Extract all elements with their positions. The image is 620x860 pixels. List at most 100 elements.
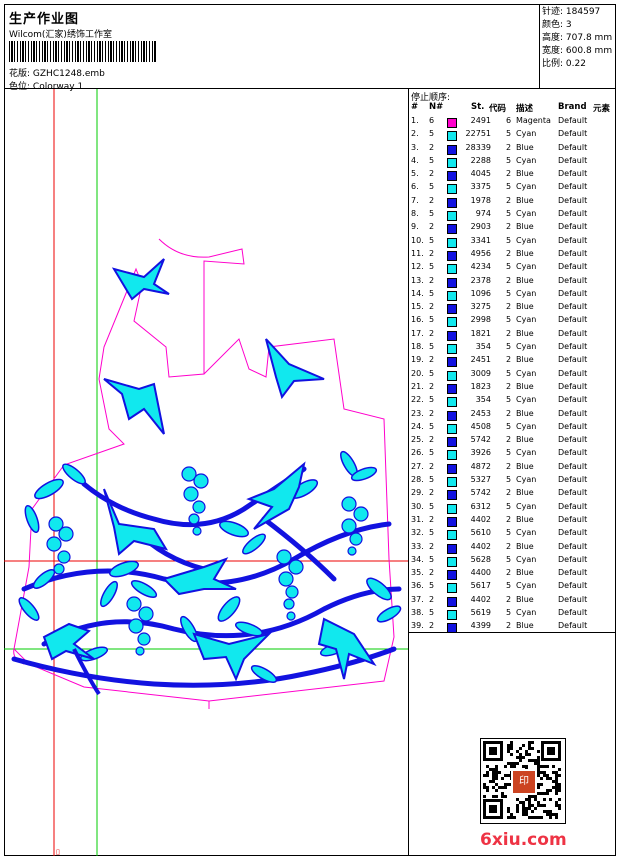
table-row: 22. 5 354 5 Cyan Default: [409, 395, 616, 408]
table-row: 30. 5 6312 5 Cyan Default: [409, 502, 616, 515]
row-brand: Default: [558, 568, 588, 578]
row-desc: Blue: [516, 142, 534, 152]
row-code: 5: [506, 475, 512, 485]
table-row: 8. 5 974 5 Cyan Default: [409, 209, 616, 222]
stat-height: 高度: 707.8 mm: [542, 33, 613, 43]
row-index: 15.: [411, 302, 424, 312]
row-desc: Cyan: [516, 368, 537, 378]
row-stitches: 4045: [470, 169, 491, 179]
row-needle: 5: [429, 475, 435, 485]
row-needle: 2: [429, 169, 435, 179]
row-brand: Default: [558, 421, 588, 431]
row-index: 39.: [411, 621, 424, 631]
color-swatch: [447, 516, 457, 527]
row-needle: 5: [429, 448, 435, 458]
row-code: 2: [506, 514, 512, 524]
color-swatch: [447, 237, 457, 248]
row-code: 2: [506, 222, 512, 232]
row-index: 21.: [411, 381, 424, 391]
table-row: 17. 2 1821 2 Blue Default: [409, 329, 616, 342]
row-stitches: 4872: [470, 461, 491, 471]
row-needle: 2: [429, 408, 435, 418]
row-code: 2: [506, 461, 512, 471]
row-brand: Default: [558, 395, 588, 405]
row-code: 5: [506, 315, 512, 325]
color-swatch: [447, 290, 457, 301]
row-index: 1.: [411, 116, 419, 125]
row-brand: Default: [558, 408, 588, 418]
table-row: 23. 2 2453 2 Blue Default: [409, 409, 616, 422]
row-brand: Default: [558, 435, 588, 445]
row-needle: 6: [429, 116, 435, 125]
row-index: 25.: [411, 435, 424, 445]
color-swatch: [447, 250, 457, 261]
row-desc: Blue: [516, 568, 534, 578]
row-index: 9.: [411, 222, 419, 232]
row-desc: Blue: [516, 248, 534, 258]
row-code: 2: [506, 302, 512, 312]
table-row: 19. 2 2451 2 Blue Default: [409, 355, 616, 368]
row-brand: Default: [558, 222, 588, 232]
row-stitches: 4402: [470, 541, 491, 551]
qr-finder: [541, 741, 561, 761]
row-code: 5: [506, 262, 512, 272]
row-code: 5: [506, 607, 512, 617]
table-row: 33. 2 4402 2 Blue Default: [409, 542, 616, 555]
col-stitches: St.: [471, 102, 485, 112]
row-code: 2: [506, 435, 512, 445]
table-row: 21. 2 1823 2 Blue Default: [409, 382, 616, 395]
stats-block: 针迹: 184597 颜色: 3 高度: 707.8 mm 宽度: 600.8 …: [540, 4, 616, 89]
color-swatch: [447, 357, 457, 368]
row-stitches: 1823: [470, 381, 491, 391]
row-needle: 5: [429, 235, 435, 245]
row-needle: 5: [429, 262, 435, 272]
row-desc: Cyan: [516, 421, 537, 431]
row-stitches: 5628: [470, 554, 491, 564]
table-row: 13. 2 2378 2 Blue Default: [409, 276, 616, 289]
row-stitches: 4402: [470, 514, 491, 524]
row-stitches: 2451: [470, 355, 491, 365]
row-needle: 5: [429, 395, 435, 405]
row-index: 17.: [411, 328, 424, 338]
row-needle: 2: [429, 514, 435, 524]
col-brand: Brand: [558, 102, 587, 112]
table-row: 35. 2 4400 2 Blue Default: [409, 568, 616, 581]
row-needle: 5: [429, 554, 435, 564]
row-brand: Default: [558, 288, 588, 298]
row-needle: 2: [429, 355, 435, 365]
row-code: 5: [506, 501, 512, 511]
row-code: 5: [506, 155, 512, 165]
color-swatch: [447, 171, 457, 182]
row-stitches: 2998: [470, 315, 491, 325]
row-desc: Cyan: [516, 581, 537, 591]
color-swatch: [447, 277, 457, 288]
color-swatch: [447, 490, 457, 501]
row-code: 2: [506, 355, 512, 365]
row-needle: 2: [429, 621, 435, 631]
row-brand: Default: [558, 554, 588, 564]
color-swatch: [447, 118, 457, 128]
row-stitches: 1096: [470, 288, 491, 298]
table-row: 18. 5 354 5 Cyan Default: [409, 342, 616, 355]
table-row: 24. 5 4508 5 Cyan Default: [409, 422, 616, 435]
row-needle: 5: [429, 182, 435, 192]
row-brand: Default: [558, 448, 588, 458]
row-code: 2: [506, 248, 512, 258]
row-needle: 5: [429, 288, 435, 298]
row-brand: Default: [558, 116, 588, 125]
row-code: 5: [506, 421, 512, 431]
row-desc: Blue: [516, 514, 534, 524]
color-swatch: [447, 450, 457, 461]
row-stitches: 5617: [470, 581, 491, 591]
row-needle: 2: [429, 594, 435, 604]
row-stitches: 5610: [470, 528, 491, 538]
stat-width: 宽度: 600.8 mm: [542, 46, 613, 56]
row-needle: 5: [429, 421, 435, 431]
table-row: 38. 5 5619 5 Cyan Default: [409, 608, 616, 621]
row-stitches: 1821: [470, 328, 491, 338]
row-index: 31.: [411, 514, 424, 524]
color-swatch: [447, 383, 457, 394]
row-needle: 5: [429, 155, 435, 165]
stop-sequence-header: # N# St. 代码 描述 Brand 元素: [409, 102, 616, 115]
color-swatch: [447, 543, 457, 554]
